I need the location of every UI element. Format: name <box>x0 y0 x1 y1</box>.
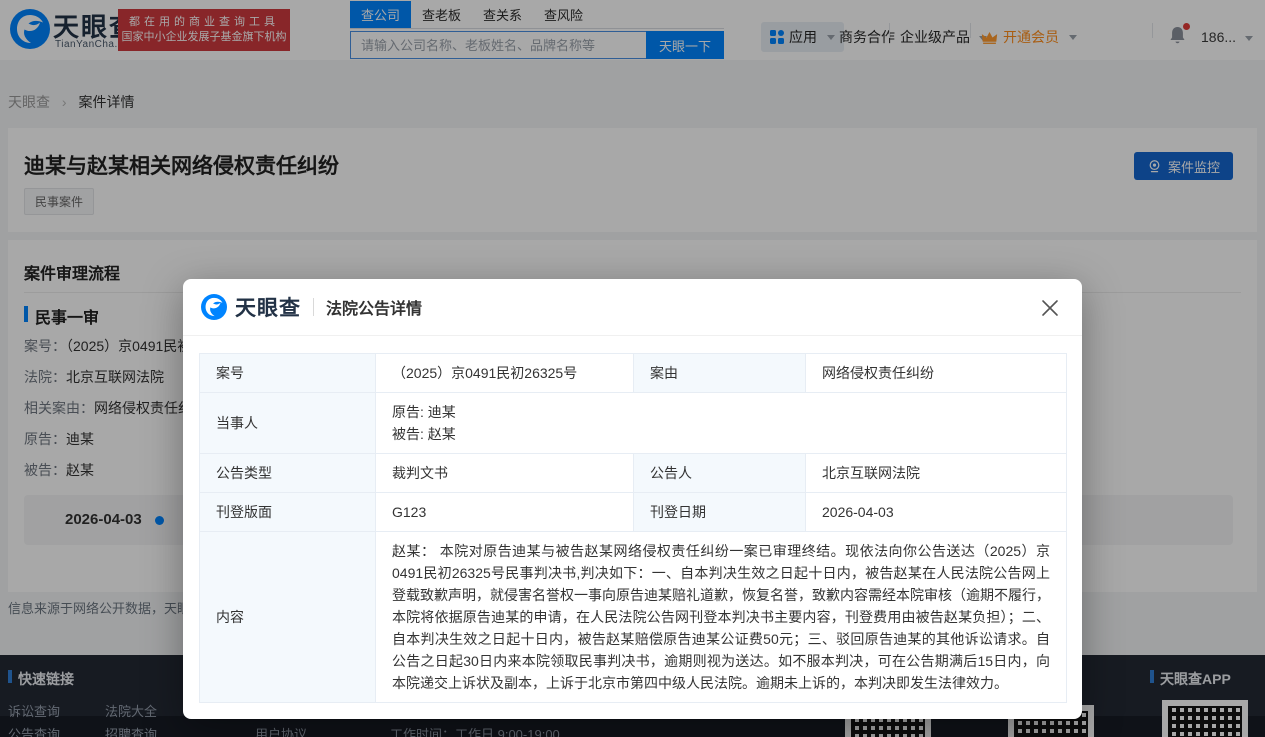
publish-date-value: 2026-04-03 <box>806 493 1067 532</box>
content-label: 内容 <box>200 532 376 703</box>
plaintiff-line: 原告: 迪某 <box>392 401 1050 423</box>
parties-label: 当事人 <box>200 393 376 454</box>
announcer-value: 北京互联网法院 <box>806 454 1067 493</box>
announcement-detail-table: 案号 （2025）京0491民初26325号 案由 网络侵权责任纠纷 当事人 原… <box>199 353 1067 703</box>
layout-label: 刊登版面 <box>200 493 376 532</box>
layout-value: G123 <box>376 493 634 532</box>
court-announcement-modal: 天眼查 法院公告详情 案号 （2025）京0491民初26325号 案由 网络侵… <box>183 279 1082 719</box>
case-no-value: （2025）京0491民初26325号 <box>376 354 634 393</box>
page: 天眼查 TianYanCha.com 都在用的商业查询工具 国家中小企业发展子基… <box>0 0 1265 737</box>
announcement-type-value: 裁判文书 <box>376 454 634 493</box>
defendant-line: 被告: 赵某 <box>392 423 1050 445</box>
table-row: 内容 赵某： 本院对原告迪某与被告赵某网络侵权责任纠纷一案已审理终结。现依法向你… <box>200 532 1067 703</box>
table-row: 案号 （2025）京0491民初26325号 案由 网络侵权责任纠纷 <box>200 354 1067 393</box>
table-row: 刊登版面 G123 刊登日期 2026-04-03 <box>200 493 1067 532</box>
modal-brand-name: 天眼查 <box>235 292 301 322</box>
divider <box>313 298 314 316</box>
parties-value: 原告: 迪某 被告: 赵某 <box>376 393 1067 454</box>
announcer-label: 公告人 <box>634 454 806 493</box>
table-row: 公告类型 裁判文书 公告人 北京互联网法院 <box>200 454 1067 493</box>
tianyancha-logo-icon <box>201 294 227 320</box>
publish-date-label: 刊登日期 <box>634 493 806 532</box>
modal-header: 天眼查 法院公告详情 <box>183 279 1082 336</box>
content-value: 赵某： 本院对原告迪某与被告赵某网络侵权责任纠纷一案已审理终结。现依法向你公告送… <box>376 532 1067 703</box>
cause-label: 案由 <box>634 354 806 393</box>
table-row: 当事人 原告: 迪某 被告: 赵某 <box>200 393 1067 454</box>
case-no-label: 案号 <box>200 354 376 393</box>
cause-value: 网络侵权责任纠纷 <box>806 354 1067 393</box>
close-icon[interactable] <box>1040 298 1060 318</box>
announcement-type-label: 公告类型 <box>200 454 376 493</box>
modal-title: 法院公告详情 <box>326 295 422 319</box>
